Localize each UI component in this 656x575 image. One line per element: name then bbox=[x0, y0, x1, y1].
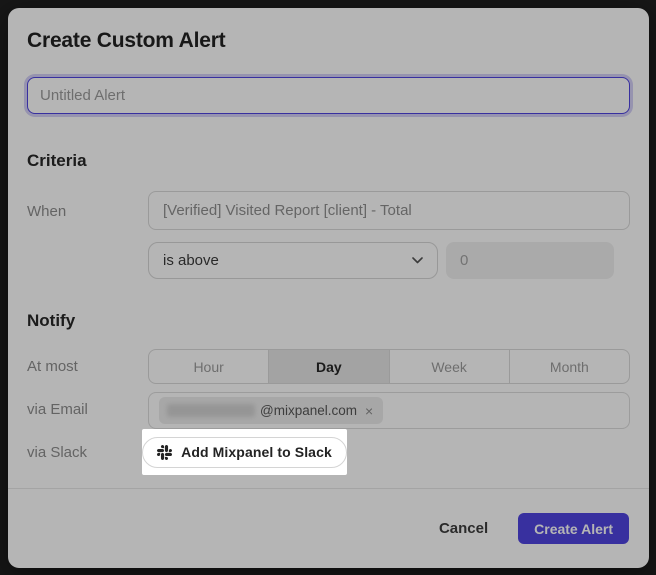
notify-heading: Notify bbox=[27, 311, 75, 331]
create-custom-alert-modal: Create Custom Alert Criteria When is abo… bbox=[8, 8, 649, 568]
criteria-heading: Criteria bbox=[27, 151, 87, 171]
chevron-down-icon bbox=[412, 257, 423, 264]
slack-icon bbox=[157, 445, 172, 460]
remove-email-icon[interactable]: × bbox=[365, 404, 373, 418]
slack-spotlight: Add Mixpanel to Slack bbox=[142, 429, 347, 475]
frequency-option-day[interactable]: Day bbox=[268, 350, 388, 383]
when-label: When bbox=[27, 203, 66, 220]
add-mixpanel-to-slack-button[interactable]: Add Mixpanel to Slack bbox=[142, 437, 347, 468]
email-recipients-input[interactable]: @mixpanel.com × bbox=[148, 392, 630, 429]
alert-name-input[interactable] bbox=[27, 77, 630, 114]
email-chip: @mixpanel.com × bbox=[159, 397, 383, 424]
frequency-option-month[interactable]: Month bbox=[509, 350, 629, 383]
frequency-option-week[interactable]: Week bbox=[389, 350, 509, 383]
modal-footer: Cancel Create Alert bbox=[8, 489, 649, 568]
email-chip-domain: @mixpanel.com bbox=[260, 403, 357, 418]
frequency-segmented-control: Hour Day Week Month bbox=[148, 349, 630, 384]
metric-input[interactable] bbox=[148, 191, 630, 230]
slack-button-label: Add Mixpanel to Slack bbox=[181, 444, 332, 460]
screen-backdrop: Create Custom Alert Criteria When is abo… bbox=[0, 0, 656, 575]
frequency-option-hour[interactable]: Hour bbox=[149, 350, 268, 383]
via-slack-label: via Slack bbox=[27, 444, 87, 461]
operator-select[interactable]: is above bbox=[148, 242, 438, 279]
cancel-button[interactable]: Cancel bbox=[433, 519, 494, 538]
threshold-input[interactable] bbox=[446, 242, 614, 279]
operator-selected-value: is above bbox=[163, 252, 219, 269]
modal-title: Create Custom Alert bbox=[27, 29, 225, 53]
create-alert-button[interactable]: Create Alert bbox=[518, 513, 629, 544]
at-most-label: At most bbox=[27, 358, 78, 375]
via-email-label: via Email bbox=[27, 401, 88, 418]
redacted-email-user bbox=[167, 404, 255, 417]
